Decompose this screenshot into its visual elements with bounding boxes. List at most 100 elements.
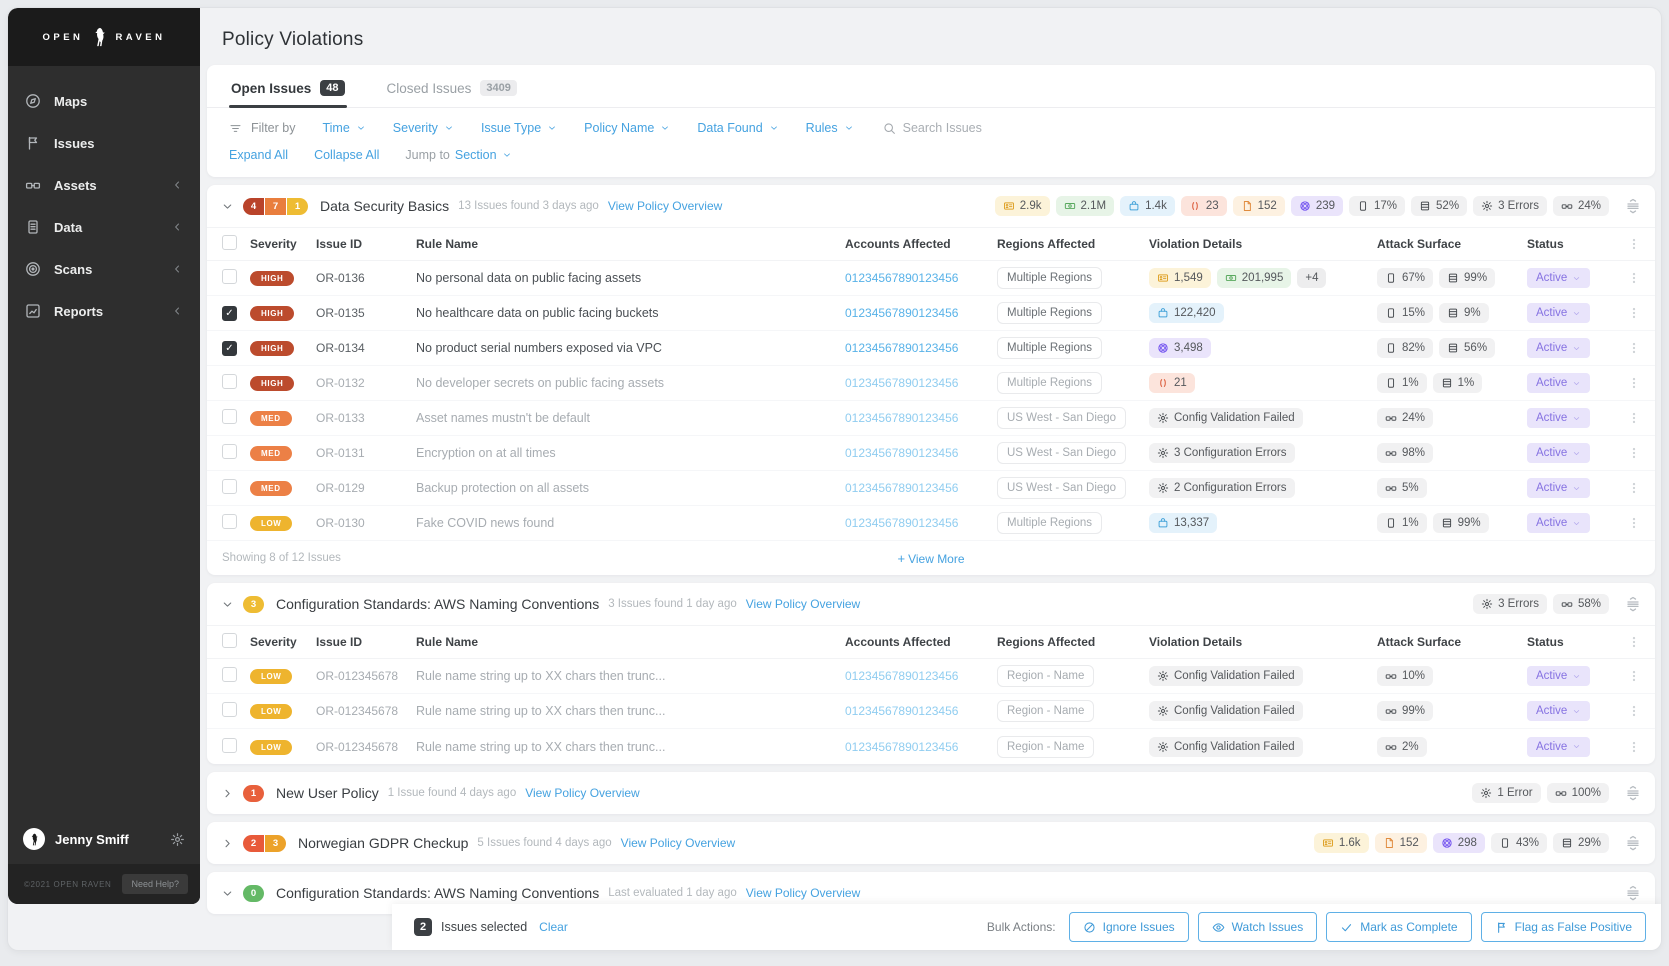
account-link[interactable]: 01234567890123456 [845,481,958,495]
row-menu-button[interactable] [1621,306,1647,320]
row-checkbox[interactable] [222,702,237,717]
account-link[interactable]: 01234567890123456 [845,376,958,390]
sidebar-item-scans[interactable]: Scans [8,248,200,290]
account-link[interactable]: 01234567890123456 [845,306,958,320]
sidebar-item-issues[interactable]: Issues [8,122,200,164]
row-menu-button[interactable] [1621,516,1647,530]
row-checkbox[interactable] [222,409,237,424]
settings-gear-icon[interactable] [170,832,185,847]
view-policy-overview-link[interactable]: View Policy Overview [608,199,722,213]
need-help-button[interactable]: Need Help? [122,874,188,894]
status-dropdown[interactable]: Active [1527,513,1591,533]
chevron-right-icon[interactable] [221,837,234,850]
row-checkbox[interactable] [222,374,237,389]
chevron-down-icon [844,123,854,133]
status-dropdown[interactable]: Active [1527,303,1591,323]
filter-dropdown-data-found[interactable]: Data Found [697,121,778,135]
row-checkbox[interactable] [222,444,237,459]
column-header: Accounts Affected [845,635,951,649]
expand-all-link[interactable]: Expand All [229,148,288,162]
row-menu-button[interactable] [1621,669,1647,683]
row-menu-button[interactable] [1621,376,1647,390]
account-link[interactable]: 01234567890123456 [845,516,958,530]
row-menu-button[interactable] [1621,271,1647,285]
row-checkbox[interactable] [222,479,237,494]
attack-badge: 82% [1377,338,1434,358]
filter-dropdown-time[interactable]: Time [322,121,365,135]
account-link[interactable]: 01234567890123456 [845,271,958,285]
view-policy-overview-link[interactable]: View Policy Overview [621,836,735,850]
reorder-icon[interactable] [1625,885,1641,901]
filter-dropdown-issue-type[interactable]: Issue Type [481,121,557,135]
jump-to-section-dropdown[interactable]: Section [455,148,512,162]
account-link[interactable]: 01234567890123456 [845,740,958,754]
violation-badge: 13,337 [1149,513,1218,533]
row-checkbox[interactable] [222,269,237,284]
account-link[interactable]: 01234567890123456 [845,446,958,460]
status-dropdown[interactable]: Active [1527,443,1591,463]
sidebar-item-data[interactable]: Data [8,206,200,248]
view-policy-overview-link[interactable]: View Policy Overview [746,886,860,900]
status-dropdown[interactable]: Active [1527,666,1591,686]
attack-surface: 10% [1377,666,1527,686]
status-dropdown[interactable]: Active [1527,268,1591,288]
reorder-icon[interactable] [1625,835,1641,851]
status-dropdown[interactable]: Active [1527,478,1591,498]
view-policy-overview-link[interactable]: View Policy Overview [525,786,639,800]
status-dropdown[interactable]: Active [1527,701,1591,721]
filter-dropdown-policy-name[interactable]: Policy Name [584,121,670,135]
status-dropdown[interactable]: Active [1527,408,1591,428]
user-row[interactable]: Jenny Smiff [8,816,200,864]
flag-as-false-positive-button[interactable]: Flag as False Positive [1480,912,1646,942]
search-input[interactable] [902,121,1053,135]
sidebar-item-maps[interactable]: Maps [8,80,200,122]
view-policy-overview-link[interactable]: View Policy Overview [746,597,860,611]
row-checkbox[interactable]: ✓ [222,341,237,356]
chevron-down-icon[interactable] [221,598,234,611]
badge-text: 1,549 [1174,272,1203,284]
row-checkbox[interactable] [222,737,237,753]
reorder-icon[interactable] [1625,596,1641,612]
row-menu-button[interactable] [1621,481,1647,495]
policy-title: Data Security Basics [320,198,450,214]
row-menu-button[interactable] [1621,704,1647,718]
sidebar-item-assets[interactable]: Assets [8,164,200,206]
select-all-checkbox[interactable] [222,633,237,648]
badge-text: +4 [1305,272,1319,284]
row-menu-button[interactable] [1621,341,1647,355]
row-checkbox[interactable] [222,667,237,682]
chevron-down-icon[interactable] [221,887,234,900]
row-menu-button[interactable] [1621,740,1647,754]
filter-dropdown-rules[interactable]: Rules [806,121,854,135]
watch-issues-button[interactable]: Watch Issues [1197,912,1318,942]
clear-selection-link[interactable]: Clear [539,920,568,934]
filter-dropdown-severity[interactable]: Severity [393,121,454,135]
view-more-link[interactable]: + View More [207,551,1655,566]
table-menu-button[interactable] [1621,635,1647,649]
status-dropdown[interactable]: Active [1527,338,1591,358]
row-menu-button[interactable] [1621,411,1647,425]
row-menu-button[interactable] [1621,446,1647,460]
badge-text: Config Validation Failed [1174,670,1295,682]
chevron-down-icon[interactable] [221,200,234,213]
reorder-icon[interactable] [1625,198,1641,214]
tab-open-issues[interactable]: Open Issues 48 [229,65,347,108]
sidebar-item-reports[interactable]: Reports [8,290,200,332]
account-link[interactable]: 01234567890123456 [845,341,958,355]
collapse-all-link[interactable]: Collapse All [314,148,379,162]
reorder-icon[interactable] [1625,785,1641,801]
count-segment: 4 [243,197,264,215]
status-dropdown[interactable]: Active [1527,373,1591,393]
account-link[interactable]: 01234567890123456 [845,704,958,718]
tab-closed-issues[interactable]: Closed Issues 3409 [385,65,519,107]
mark-as-complete-button[interactable]: Mark as Complete [1326,912,1472,942]
chevron-right-icon[interactable] [221,787,234,800]
ignore-issues-button[interactable]: Ignore Issues [1068,912,1189,942]
select-all-checkbox[interactable] [222,235,237,250]
account-link[interactable]: 01234567890123456 [845,411,958,425]
table-menu-button[interactable] [1621,237,1647,251]
row-checkbox[interactable] [222,514,237,529]
row-checkbox[interactable]: ✓ [222,306,237,321]
status-dropdown[interactable]: Active [1527,736,1591,757]
account-link[interactable]: 01234567890123456 [845,669,958,683]
